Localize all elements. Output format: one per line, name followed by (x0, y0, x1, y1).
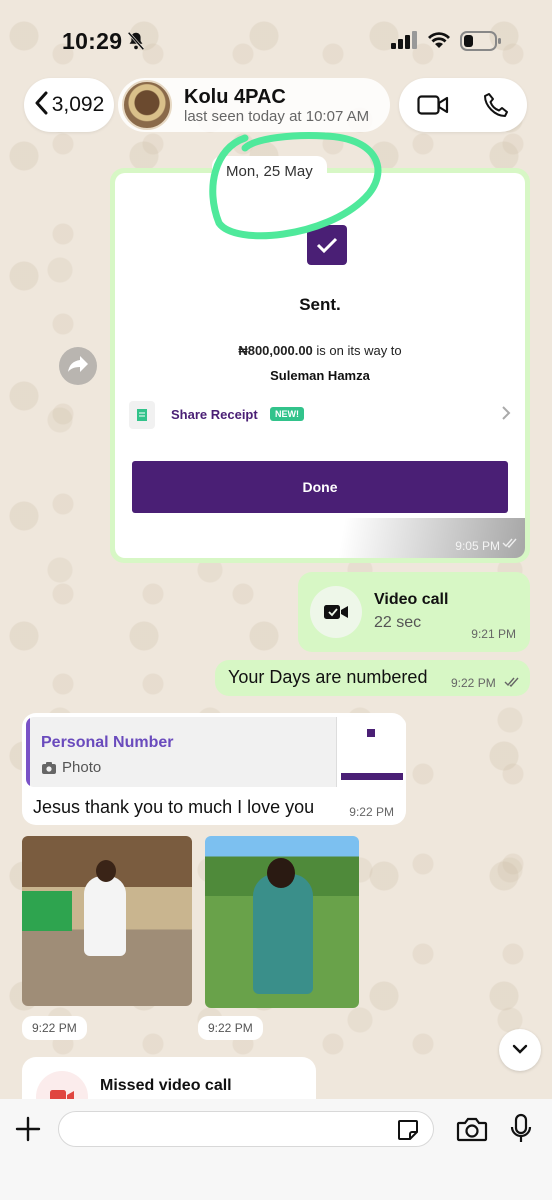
last-seen-status: last seen today at 10:07 AM (184, 108, 370, 125)
photo-person (253, 874, 313, 994)
photo-message[interactable] (22, 836, 192, 1006)
receipt-sent-title: Sent. (299, 295, 341, 314)
message-time: 9:22 PM (349, 805, 394, 819)
scroll-to-bottom-button[interactable] (499, 1029, 541, 1071)
bell-slash-icon (125, 30, 147, 57)
quote-type: Photo (62, 759, 102, 776)
video-call-duration: 22 sec (374, 614, 422, 631)
unread-count: 3,092 (51, 93, 105, 116)
message-time: 9:21 PM (471, 627, 516, 641)
video-call-title: Video call (374, 591, 449, 608)
photo-person-head (267, 858, 295, 888)
battery-icon (460, 30, 502, 57)
call-actions (399, 78, 527, 132)
chevron-down-icon (512, 1041, 528, 1059)
microphone-icon[interactable] (510, 1113, 532, 1150)
receipt-amount-line: ₦800,000.00 is on its way to (115, 343, 525, 358)
avatar[interactable] (122, 80, 172, 130)
phone-icon[interactable] (483, 92, 509, 123)
status-time: 10:29 (62, 28, 123, 54)
chevron-right-icon (501, 405, 511, 426)
message-composer (0, 1099, 552, 1200)
new-badge: NEW! (270, 407, 304, 421)
photo-background (22, 891, 72, 931)
outgoing-text-message[interactable]: Your Days are numbered 9:22 PM (215, 660, 530, 696)
wifi-icon (426, 29, 452, 54)
annotation-circle (209, 132, 382, 240)
camera-icon[interactable] (456, 1116, 488, 1147)
message-time: 9:22 PM (22, 1016, 87, 1040)
message-input[interactable] (58, 1111, 434, 1147)
receipt-done-button: Done (132, 461, 508, 513)
camera-small-icon (42, 761, 56, 779)
plus-icon[interactable] (14, 1115, 42, 1148)
video-call-icon (310, 586, 362, 638)
quote-thumbnail (336, 717, 406, 787)
quoted-message[interactable]: Personal Number Photo (26, 717, 406, 787)
video-call-message[interactable]: Video call 22 sec 9:21 PM (298, 572, 530, 652)
receipt-amount: ₦800,000.00 (238, 343, 313, 358)
status-bar: 10:29 (0, 0, 552, 80)
forward-button[interactable] (59, 347, 97, 385)
contact-name: Kolu 4PAC (184, 86, 286, 108)
contact-info-button[interactable]: Kolu 4PAC last seen today at 10:07 AM (118, 78, 390, 132)
sticker-icon[interactable] (396, 1118, 420, 1147)
message-time: 9:22 PM (451, 676, 496, 690)
double-check-icon (504, 674, 520, 692)
message-time: 9:22 PM (198, 1016, 263, 1040)
message-text: Jesus thank you to much I love you (33, 797, 315, 817)
signal-icon (391, 31, 419, 54)
photo-message[interactable] (205, 836, 359, 1008)
quote-accent-bar (26, 717, 30, 787)
receipt-amount-suffix: is on its way to (312, 343, 402, 358)
back-button[interactable]: 3,092 (24, 78, 114, 132)
photo-person (84, 876, 126, 956)
share-receipt-label: Share Receipt (171, 407, 258, 422)
back-chevron-icon (34, 91, 48, 120)
thumbnail-button (341, 773, 403, 780)
message-time: 9:05 PM (455, 539, 500, 553)
receipt-recipient: Suleman Hamza (270, 368, 370, 383)
incoming-reply-message[interactable]: Personal Number Photo Jesus thank you to… (22, 713, 406, 825)
thumbnail-check (367, 729, 375, 737)
forward-icon (67, 355, 89, 378)
message-text: Your Days are numbered (228, 667, 428, 687)
receipt-icon (129, 401, 155, 429)
photo-person-head (96, 860, 116, 882)
missed-call-title: Missed video call (100, 1077, 232, 1094)
video-camera-icon[interactable] (417, 93, 449, 122)
quote-sender: Personal Number (41, 734, 174, 751)
double-check-icon (502, 535, 518, 553)
